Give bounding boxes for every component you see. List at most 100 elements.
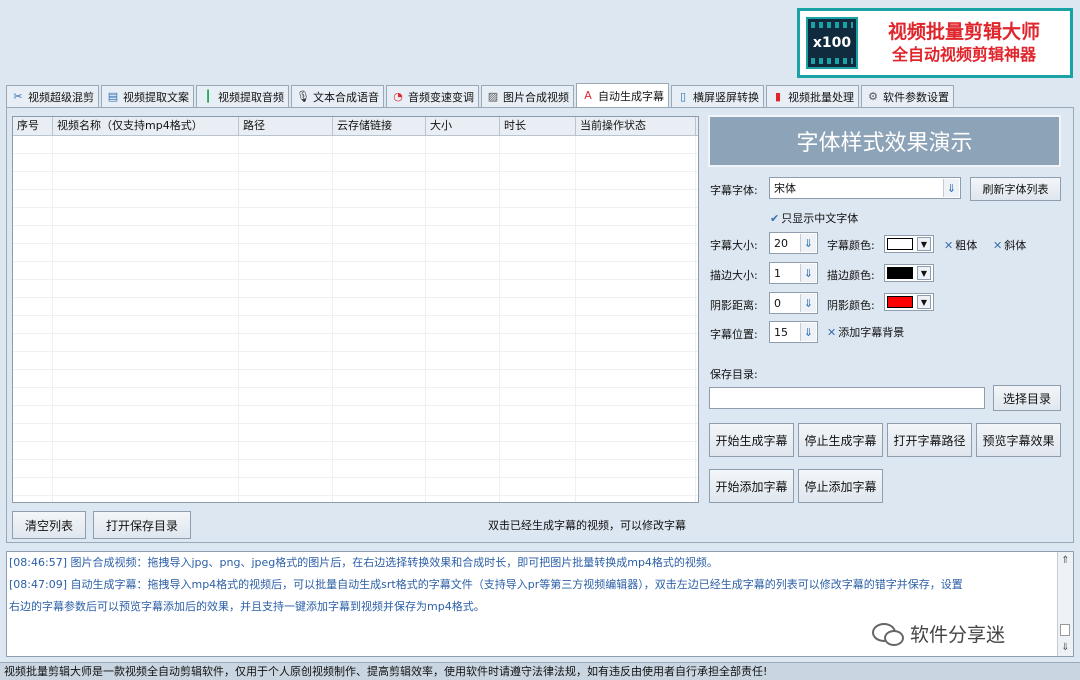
column-header[interactable]: 序号 — [13, 117, 53, 135]
stroke-size-label: 描边大小: — [710, 269, 758, 282]
tab-label: 文本合成语音 — [313, 90, 379, 104]
shadow-label: 阴影距离: — [710, 299, 758, 312]
gear-icon: ⚙ — [868, 90, 878, 103]
log-line: [08:46:57] 图片合成视频：拖拽导入jpg、png、jpeg格式的图片后… — [9, 556, 718, 569]
spinner-icon[interactable]: ⇓ — [800, 323, 816, 341]
app-logo: x100 视频批量剪辑大师 全自动视频剪辑神器 — [797, 8, 1073, 78]
position-input[interactable]: 15 ⇓ — [769, 321, 818, 343]
scroll-up-icon[interactable]: ⇑ — [1059, 554, 1072, 567]
column-header[interactable]: 路径 — [239, 117, 333, 135]
column-divider — [425, 136, 426, 502]
start-add-subtitle-button[interactable]: 开始添加字幕 — [709, 469, 794, 503]
tab-label: 视频超级混剪 — [28, 90, 94, 104]
choose-dir-button[interactable]: 选择目录 — [993, 385, 1061, 411]
logo-subtitle: 全自动视频剪辑神器 — [891, 44, 1036, 64]
tab-gauge[interactable]: ◔ 音频变速变调 — [386, 85, 479, 107]
tab-label: 音频变速变调 — [408, 90, 474, 104]
check-icon: ✔ — [770, 211, 780, 225]
tab-film[interactable]: ▮ 视频批量处理 — [766, 85, 859, 107]
status-bar: 视频批量剪辑大师是一款视频全自动剪辑软件，仅用于个人原创视频制作、提高剪辑效率，… — [0, 662, 1080, 680]
scroll-down-icon[interactable]: ⇓ — [1059, 641, 1072, 654]
font-label: 字幕字体: — [710, 184, 758, 197]
bold-checkbox[interactable]: ✕ 粗体 — [944, 237, 977, 253]
tab-document[interactable]: ▤ 视频提取文案 — [101, 85, 194, 107]
stroke-color-swatch — [887, 267, 913, 279]
column-divider — [695, 136, 696, 502]
log-line: 右边的字幕参数后可以预览字幕添加后的效果，并且支持一键添加字幕到视频并保存为mp… — [9, 600, 485, 613]
refresh-fonts-button[interactable]: 刷新字体列表 — [970, 177, 1061, 201]
tab-image[interactable]: ▨ 图片合成视频 — [481, 85, 574, 107]
start-generate-button[interactable]: 开始生成字幕 — [709, 423, 794, 457]
only-chinese-checkbox[interactable]: ✔ 只显示中文字体 — [770, 210, 858, 226]
log-line: [08:47:09] 自动生成字幕：拖拽导入mp4格式的视频后，可以批量自动生成… — [9, 578, 963, 591]
save-dir-input[interactable] — [709, 387, 985, 409]
document-icon: ▤ — [107, 90, 119, 103]
cross-icon: ✕ — [993, 238, 1003, 252]
scroll-thumb[interactable] — [1060, 624, 1070, 636]
table-body[interactable] — [13, 136, 698, 502]
column-header[interactable]: 视频名称（仅支持mp4格式） — [53, 117, 239, 135]
color-label: 字幕颜色: — [827, 239, 875, 252]
shadow-input[interactable]: 0 ⇓ — [769, 292, 818, 314]
preview-subtitle-button[interactable]: 预览字幕效果 — [976, 423, 1061, 457]
cross-icon: ✕ — [944, 238, 954, 252]
audio-wave-icon: ┃ — [204, 90, 212, 103]
column-divider — [499, 136, 500, 502]
clear-list-button[interactable]: 清空列表 — [12, 511, 86, 539]
log-scrollbar[interactable]: ⇑ ⇓ — [1057, 552, 1073, 656]
tab-microphone[interactable]: 🎙 文本合成语音 — [291, 85, 384, 107]
stroke-size-input[interactable]: 1 ⇓ — [769, 262, 818, 284]
column-divider — [332, 136, 333, 502]
stop-generate-button[interactable]: 停止生成字幕 — [798, 423, 883, 457]
stop-add-subtitle-button[interactable]: 停止添加字幕 — [798, 469, 883, 503]
italic-checkbox[interactable]: ✕ 斜体 — [993, 237, 1026, 253]
add-bg-checkbox[interactable]: ✕ 添加字幕背景 — [827, 324, 904, 340]
chevron-down-icon[interactable]: ▼ — [917, 237, 931, 251]
chevron-down-icon[interactable]: ▼ — [917, 266, 931, 280]
open-save-dir-button[interactable]: 打开保存目录 — [93, 511, 191, 539]
tab-bar: ✂ 视频超级混剪 ▤ 视频提取文案 ┃ 视频提取音频 🎙 文本合成语音 ◔ 音频变速变调 ▨ 图片合成… — [6, 83, 956, 107]
shadow-color-swatch — [887, 296, 913, 308]
column-divider — [238, 136, 239, 502]
stroke-color-label: 描边颜色: — [827, 269, 875, 282]
logo-title: 视频批量剪辑大师 — [887, 21, 1040, 44]
tab-rotate-screen[interactable]: ▯ 横屏竖屏转换 — [671, 85, 764, 107]
tab-label: 软件参数设置 — [883, 90, 949, 104]
chevron-down-icon[interactable]: ▼ — [917, 295, 931, 309]
size-input[interactable]: 20 ⇓ — [769, 232, 818, 254]
text-color-picker[interactable]: ▼ — [884, 235, 934, 253]
open-subtitle-path-button[interactable]: 打开字幕路径 — [887, 423, 972, 457]
save-dir-label: 保存目录: — [710, 368, 758, 381]
tab-label: 视频批量处理 — [788, 90, 854, 104]
tab-gear[interactable]: ⚙ 软件参数设置 — [861, 85, 954, 107]
spinner-icon[interactable]: ⇓ — [800, 234, 816, 252]
position-label: 字幕位置: — [710, 328, 758, 341]
video-table[interactable]: 序号 视频名称（仅支持mp4格式） 路径 云存储链接 大小 时长 当前操作状态 — [12, 116, 699, 503]
font-icon: A — [584, 89, 592, 102]
font-value: 宋体 — [774, 182, 796, 195]
shadow-color-label: 阴影颜色: — [827, 299, 875, 312]
column-header[interactable]: 云存储链接 — [333, 117, 426, 135]
scissors-icon: ✂ — [13, 90, 23, 103]
size-label: 字幕大小: — [710, 239, 758, 252]
image-icon: ▨ — [487, 90, 499, 103]
dropdown-arrow-icon[interactable]: ⇓ — [943, 179, 959, 197]
tab-scissors[interactable]: ✂ 视频超级混剪 — [6, 85, 99, 107]
column-header[interactable]: 当前操作状态 — [576, 117, 696, 135]
tab-label: 视频提取文案 — [123, 90, 189, 104]
tab-font[interactable]: A 自动生成字幕 — [576, 83, 669, 107]
film-icon: ▮ — [774, 90, 782, 103]
stroke-color-picker[interactable]: ▼ — [884, 264, 934, 282]
font-style-preview: 字体样式效果演示 — [708, 115, 1061, 167]
column-divider — [52, 136, 53, 502]
shadow-color-picker[interactable]: ▼ — [884, 293, 934, 311]
tab-audio-wave[interactable]: ┃ 视频提取音频 — [196, 85, 289, 107]
rotate-screen-icon: ▯ — [679, 90, 687, 103]
column-header[interactable]: 时长 — [500, 117, 576, 135]
table-header: 序号 视频名称（仅支持mp4格式） 路径 云存储链接 大小 时长 当前操作状态 — [13, 117, 698, 136]
tab-label: 自动生成字幕 — [598, 89, 664, 103]
column-header[interactable]: 大小 — [426, 117, 500, 135]
spinner-icon[interactable]: ⇓ — [800, 264, 816, 282]
font-select[interactable]: 宋体 ⇓ — [769, 177, 961, 199]
spinner-icon[interactable]: ⇓ — [800, 294, 816, 312]
